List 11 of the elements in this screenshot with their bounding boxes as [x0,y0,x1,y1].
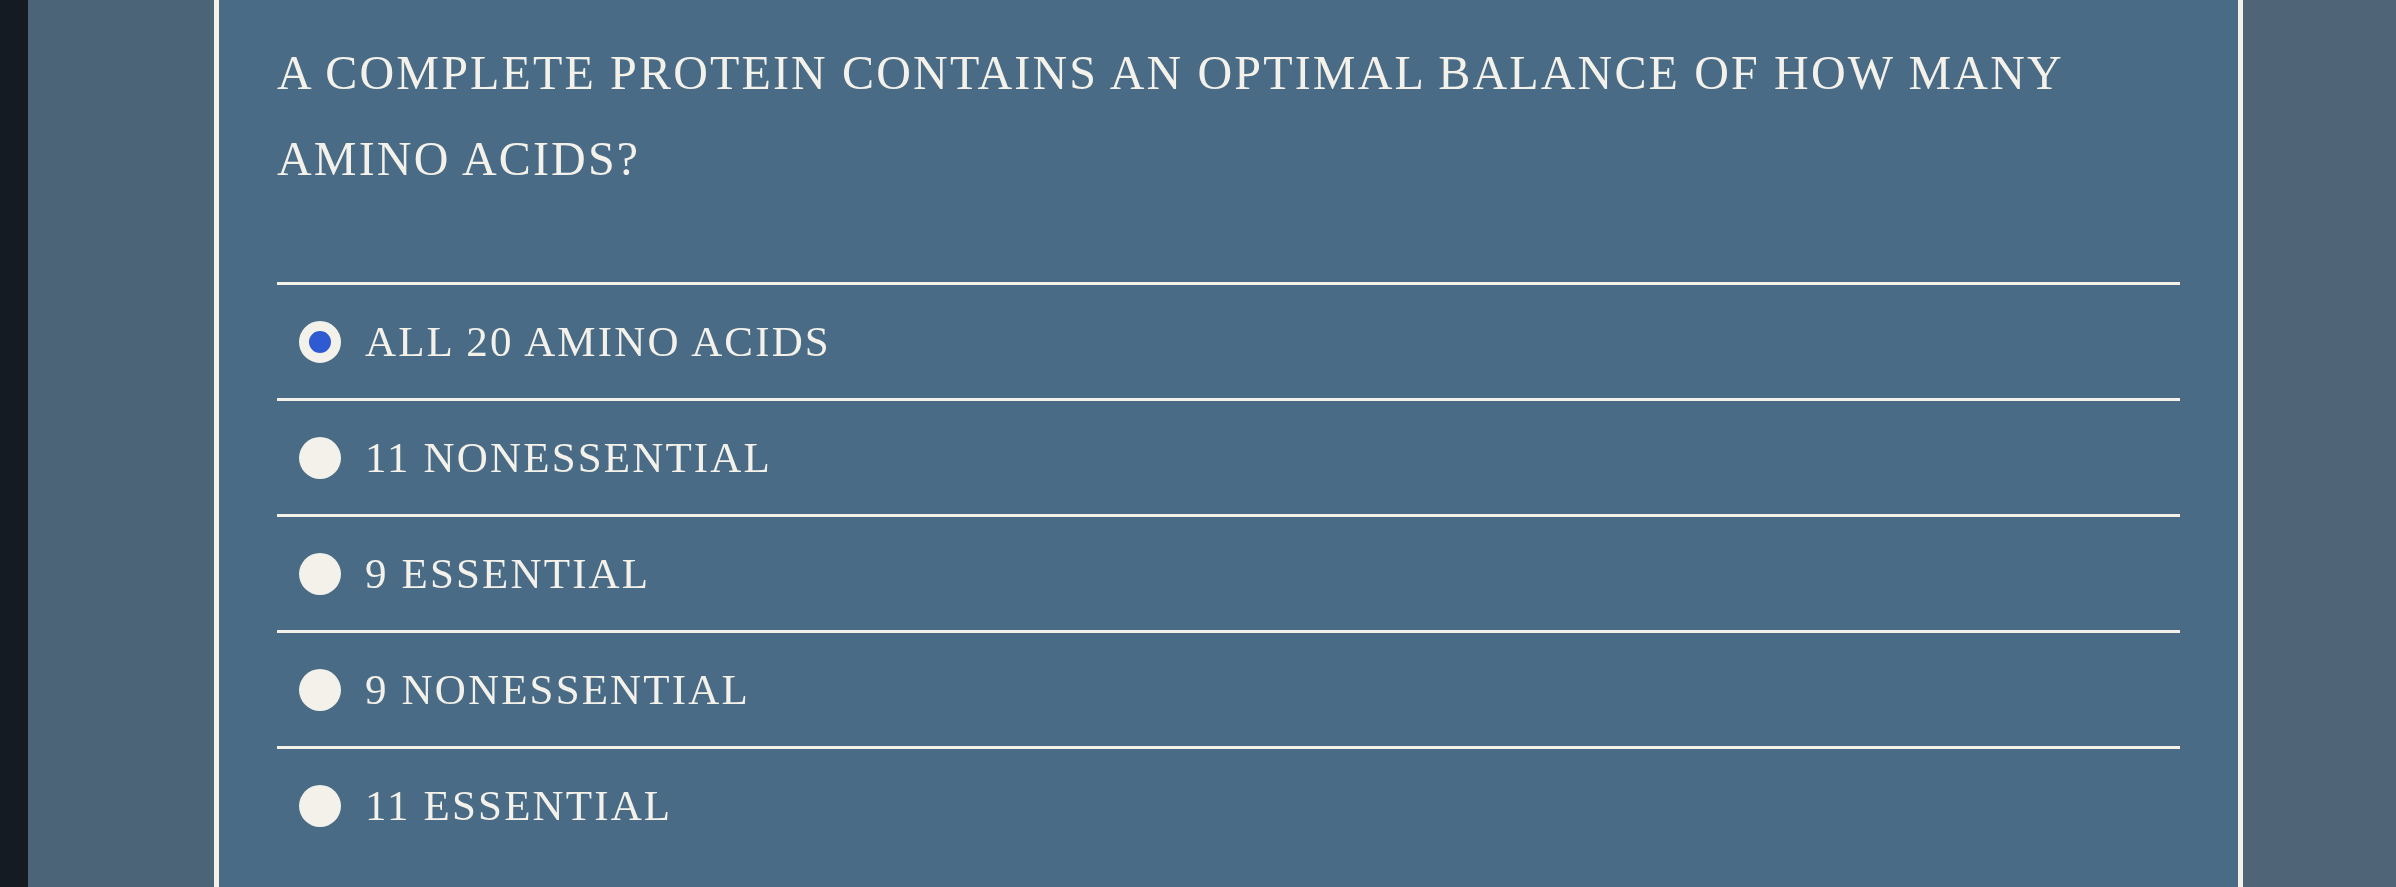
radio-button[interactable] [299,668,341,711]
radio-button[interactable] [299,552,341,595]
radio-button[interactable] [299,320,341,363]
answer-option[interactable]: 11 NONESSENTIAL [299,432,772,483]
answer-option[interactable]: 9 ESSENTIAL [299,548,651,599]
answer-option[interactable]: ALL 20 AMINO ACIDS [299,316,831,367]
radio-button[interactable] [299,436,341,479]
answer-option[interactable]: 9 NONESSENTIAL [299,664,750,715]
radio-button[interactable] [299,784,341,827]
question-text: A COMPLETE PROTEIN CONTAINS AN OPTIMAL BALANCE OF HOW MANY AMINO ACIDS? [277,45,2064,187]
answer-option[interactable]: 11 ESSENTIAL [299,780,673,831]
